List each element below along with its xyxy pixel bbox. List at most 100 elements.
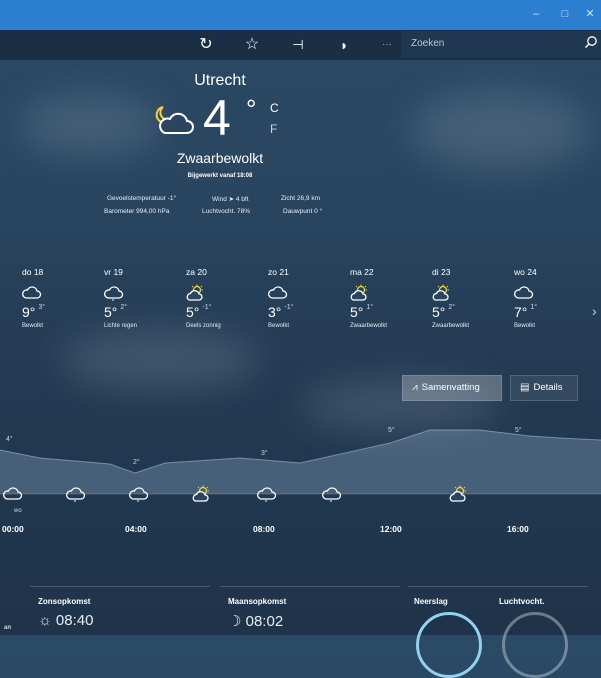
favorite-icon[interactable]: ☆ [239, 30, 265, 60]
cloud-icon [268, 284, 288, 300]
sun-icon: ☼ [38, 612, 52, 629]
time-label: 08:00 [253, 524, 275, 534]
forecast-day-label: di 23 [432, 267, 451, 277]
details-label: Details [533, 382, 563, 393]
forecast-day-label: zo 21 [268, 267, 289, 277]
more-icon[interactable]: ··· [374, 30, 400, 60]
chart-icon: ⩘ [412, 382, 418, 393]
forecast-high: 3° [268, 304, 282, 320]
current-condition: Zwaarbewolkt [176, 150, 264, 166]
forecast-high: 5° [104, 304, 118, 320]
time-label: 00:00 [2, 524, 24, 534]
cloud-icon [514, 284, 534, 300]
forecast-day[interactable]: ma 22 5° 1° Zwaarbewolkt [350, 267, 420, 329]
humidity-gauge [502, 612, 568, 678]
forecast-temps: 3° -1° [268, 304, 338, 320]
forecast-day[interactable]: di 23 5° 2° Zwaarbewolkt [432, 267, 502, 329]
forecast-low: -1° [202, 304, 212, 311]
forecast-temps: 5° 2° [432, 304, 502, 320]
cloud-icon [22, 284, 42, 300]
partly-cloudy-night-icon [153, 103, 197, 142]
forecast-low: 2° [120, 304, 128, 311]
forecast-day-label: wo 24 [514, 267, 537, 277]
forecast-high: 9° [22, 304, 36, 320]
divider [220, 586, 400, 587]
forecast-temps: 9° 3° [22, 304, 92, 320]
pin-icon[interactable]: ⊣ [285, 30, 311, 60]
rain-icon [104, 284, 124, 301]
wind: Wind ➤ 4 bft [212, 196, 249, 203]
forecast-condition: Lichte regen [104, 323, 138, 329]
chart-label: 2° [133, 459, 140, 466]
forecast-day[interactable]: za 20 5° -1° Deels zonnig [186, 267, 256, 329]
moon-icon: ☽ [228, 613, 242, 630]
forecast-low: 3° [38, 304, 46, 311]
moonrise-row: ☽ 08:02 [228, 612, 283, 630]
forecast-temps: 5° -1° [186, 304, 256, 320]
forecast-condition: Deels zonnig [186, 323, 221, 329]
rain-icon [322, 485, 342, 508]
forecast-temps: 7° 1° [514, 304, 584, 320]
forecast-condition: Zwaarbewolkt [432, 323, 470, 329]
title-bar: – □ ✕ [0, 0, 601, 30]
details-button[interactable]: ▤ Details [510, 375, 578, 401]
chart-label: 5° [388, 427, 395, 434]
cloud-icon [3, 485, 23, 508]
forecast-day-label: ma 22 [350, 267, 374, 277]
forecast-condition: Zwaarbewolkt [350, 323, 388, 329]
city-name: Utrecht [194, 72, 246, 89]
forecast-day[interactable]: do 18 9° 3° Bewolkt [22, 267, 92, 329]
degree-symbol: ° [246, 94, 257, 124]
partly-sunny-icon [350, 284, 370, 301]
time-label: 16:00 [507, 524, 529, 534]
forecast-temps: 5° 1° [350, 304, 420, 320]
forecast-day-label: za 20 [186, 267, 207, 277]
close-button[interactable]: ✕ [574, 0, 601, 28]
rain-icon [129, 485, 149, 508]
forecast-low: 2° [448, 304, 456, 311]
partly-sunny-icon [432, 284, 452, 301]
refresh-icon[interactable]: ↻ [193, 30, 219, 60]
visibility: Zicht 26,9 km [281, 195, 321, 202]
search-placeholder: Zoeken [411, 38, 445, 49]
forecast-day[interactable]: wo 24 7° 1° Bewolkt [514, 267, 584, 329]
day-marker: wo [14, 508, 22, 514]
moonrise-time: 08:02 [245, 613, 284, 630]
unit-celsius[interactable]: C [270, 101, 279, 115]
forecast-day-label: vr 19 [104, 267, 123, 277]
divider [30, 586, 210, 587]
chart-label: 4° [6, 436, 13, 443]
forecast-day[interactable]: vr 19 5° 2° Lichte regen [104, 267, 174, 329]
sunrise-time: 08:40 [55, 612, 94, 629]
forecast-low: 1° [530, 304, 538, 311]
forecast-temps: 5° 2° [104, 304, 174, 320]
summary-button[interactable]: ⩘ Samenvatting [402, 375, 502, 401]
partly-sunny-icon [449, 485, 469, 508]
background-cloud [20, 95, 160, 155]
dewpoint: Dauwpunt 0 ° [283, 208, 323, 215]
time-label: 04:00 [125, 524, 147, 534]
background-cloud [410, 90, 590, 170]
forecast-low: 1° [366, 304, 374, 311]
precipitation-gauge [416, 612, 482, 678]
forecast-day-label: do 18 [22, 267, 44, 277]
cut-label: an [4, 625, 12, 631]
updated-time: Bijgewerkt vanaf 18:08 [187, 173, 253, 179]
search-icon[interactable] [584, 35, 598, 52]
summary-label: Samenvatting [421, 382, 480, 393]
divider [408, 586, 588, 587]
barometer: Barometer 994,00 hPa [104, 208, 170, 215]
forecast-day[interactable]: zo 21 3° -1° Bewolkt [268, 267, 338, 329]
unit-fahrenheit[interactable]: F [270, 122, 277, 136]
current-temperature: 4 [203, 90, 231, 146]
sunrise-title: Zonsopkomst [38, 597, 91, 606]
background-cloud [60, 330, 260, 390]
time-label: 12:00 [380, 524, 402, 534]
chart-label: 5° [515, 427, 522, 434]
forecast-condition: Bewolkt [22, 323, 44, 329]
dark-mode-icon[interactable]: ◗ [331, 30, 357, 60]
next-arrow-icon[interactable]: › [592, 303, 597, 319]
moonrise-title: Maansopkomst [228, 597, 287, 606]
minimize-button[interactable]: – [520, 0, 552, 28]
rain-icon [66, 485, 86, 508]
